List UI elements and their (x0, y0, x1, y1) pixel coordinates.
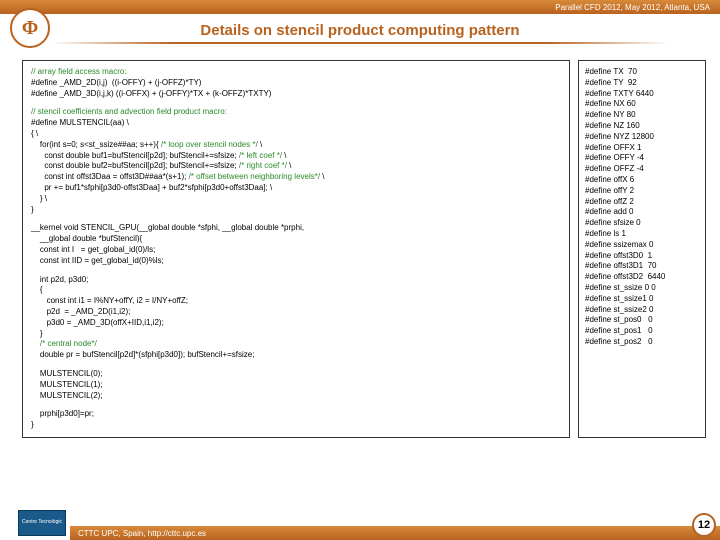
code-line: #define MULSTENCIL(aa) \ (31, 118, 129, 127)
define-line: #define st_pos1 0 (585, 326, 653, 335)
define-line: #define st_ssize1 0 (585, 294, 654, 303)
code-line: prphi[p3d0]=pr; (31, 409, 94, 418)
code-line: #define _AMD_2D(i,j) ((i-OFFY) + (j-OFFZ… (31, 78, 201, 87)
org-logo: Φ (10, 8, 50, 48)
define-line: #define sfsize 0 (585, 218, 641, 227)
define-line: #define add 0 (585, 207, 634, 216)
code-line: { \ (31, 129, 38, 138)
code-line: MULSTENCIL(2); (31, 391, 103, 400)
footer-bar: CTTC UPC, Spain, http://cttc.upc.es (70, 526, 720, 540)
code-line: double pr = bufStencil[p2d]*(sfphi[p3d0]… (31, 350, 254, 359)
code-line: MULSTENCIL(1); (31, 380, 103, 389)
define-line: #define offY 2 (585, 186, 634, 195)
code-line: const int offst3Daa = offst3D##aa*(s+1); (31, 172, 189, 181)
define-line: #define TY 92 (585, 78, 637, 87)
code-line: int p2d, p3d0; (31, 275, 88, 284)
define-line: #define ls 1 (585, 229, 626, 238)
code-line: { (31, 285, 43, 294)
define-line: #define st_ssize2 0 (585, 305, 654, 314)
define-line: #define offst3D1 70 (585, 261, 656, 270)
define-line: #define st_pos0 0 (585, 315, 653, 324)
code-line: const int IID = get_global_id(0)%ls; (31, 256, 164, 265)
footer-org: CTTC UPC, Spain, http://cttc.upc.es (78, 529, 206, 538)
slide-title: Details on stencil product computing pat… (200, 22, 519, 39)
code-line: __kernel void STENCIL_GPU(__global doubl… (31, 223, 304, 232)
footer-logo: Centre Tecnològic (18, 510, 66, 536)
conference-label: Parallel CFD 2012, May 2012, Atlanta, US… (555, 3, 710, 12)
code-block-main: // array field access macro: #define _AM… (31, 67, 561, 431)
define-line: #define offZ 2 (585, 197, 634, 206)
page-number-badge: 12 (692, 513, 716, 537)
code-line: \ (282, 151, 286, 160)
code-left: // array field access macro: #define _AM… (22, 60, 570, 438)
content-area: // array field access macro: #define _AM… (0, 48, 720, 438)
code-line: p2d = _AMD_2D(i1,i2); (31, 307, 130, 316)
define-line: #define NZ 160 (585, 121, 640, 130)
code-line: } (31, 205, 34, 214)
code-line: for(int s=0; s<st_ssize##aa; s++){ (31, 140, 161, 149)
comment: /* loop over stencil nodes */ (161, 140, 258, 149)
code-line: pr += buf1*sfphi[p3d0-offst3Daa] + buf2*… (31, 183, 272, 192)
header-bar: Parallel CFD 2012, May 2012, Atlanta, US… (0, 0, 720, 14)
define-line: #define NX 60 (585, 99, 636, 108)
code-line: const double buf2=bufStencil[p2d]; bufSt… (31, 161, 239, 170)
define-line: #define st_ssize 0 0 (585, 283, 656, 292)
footer: Centre Tecnològic CTTC UPC, Spain, http:… (0, 510, 720, 540)
title-underline (50, 42, 670, 44)
comment: // array field access macro: (31, 67, 127, 76)
code-line: } (31, 420, 34, 429)
define-line: #define offX 6 (585, 175, 634, 184)
define-line: #define TX 70 (585, 67, 637, 76)
define-line: #define OFFY -4 (585, 153, 644, 162)
define-line: #define st_pos2 0 (585, 337, 653, 346)
code-line: \ (320, 172, 324, 181)
code-line: const double buf1=bufStencil[p2d]; bufSt… (31, 151, 239, 160)
comment: /* central node*/ (40, 339, 97, 348)
code-right: #define TX 70 #define TY 92 #define TXTY… (578, 60, 706, 438)
code-line: p3d0 = _AMD_3D(offX+IID,i1,i2); (31, 318, 164, 327)
comment: /* right coef */ (239, 161, 287, 170)
define-line: #define OFFX 1 (585, 143, 641, 152)
code-line: } (31, 329, 43, 338)
comment: // stencil coefficients and advection fi… (31, 107, 227, 116)
code-line: #define _AMD_3D(i,j,k) ((i-OFFX) + (j-OF… (31, 89, 271, 98)
define-line: #define ssizemax 0 (585, 240, 653, 249)
code-line: MULSTENCIL(0); (31, 369, 103, 378)
page-number: 12 (692, 513, 716, 537)
define-line: #define offst3D0 1 (585, 251, 652, 260)
define-line: #define NYZ 12800 (585, 132, 654, 141)
code-line: __global double *bufStencil){ (31, 234, 142, 243)
code-line: } \ (31, 194, 47, 203)
define-line: #define OFFZ -4 (585, 164, 644, 173)
defines-block: #define TX 70 #define TY 92 #define TXTY… (585, 67, 699, 348)
logo-glyph: Φ (22, 17, 39, 40)
code-line: \ (287, 161, 291, 170)
code-line: const int I = get_global_id(0)/ls; (31, 245, 155, 254)
define-line: #define NY 80 (585, 110, 636, 119)
comment: /* left coef */ (239, 151, 282, 160)
define-line: #define TXTY 6440 (585, 89, 654, 98)
code-line: const int i1 = I%NY+offY, i2 = I/NY+offZ… (31, 296, 188, 305)
code-line: \ (258, 140, 262, 149)
define-line: #define offst3D2 6440 (585, 272, 665, 281)
title-row: Details on stencil product computing pat… (0, 14, 720, 48)
comment: /* offset between neighboring levels*/ (189, 172, 321, 181)
footer-logo-text: Centre Tecnològic (22, 520, 62, 526)
